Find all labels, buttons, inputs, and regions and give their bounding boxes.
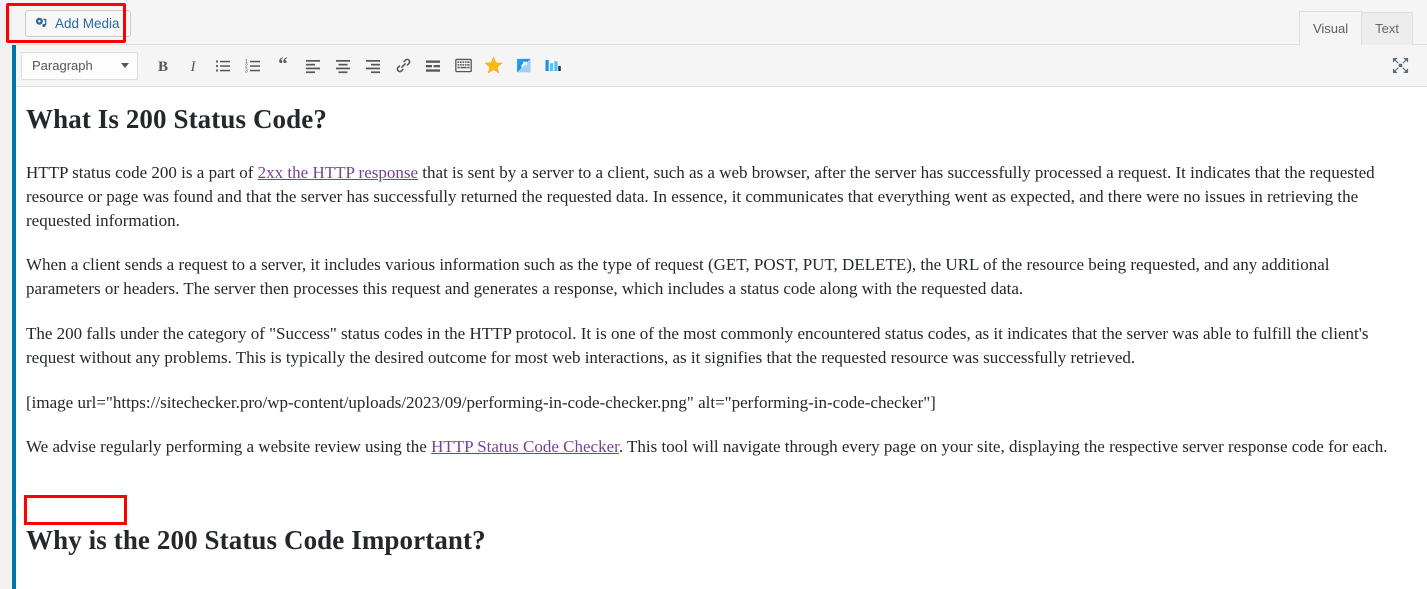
toolbar-toggle-button[interactable]	[448, 51, 478, 81]
tab-text-label: Text	[1375, 21, 1399, 36]
format-select-value: Paragraph	[32, 58, 93, 73]
tab-visual-label: Visual	[1312, 20, 1349, 36]
insert-media-blue-button[interactable]	[508, 51, 538, 81]
bold-button[interactable]: B	[148, 51, 178, 81]
read-more-button[interactable]	[418, 51, 448, 81]
insert-chart-button[interactable]	[538, 51, 568, 81]
editor-toolbar: Paragraph B I 1 2 3 “	[16, 45, 1427, 87]
paragraph-3: The 200 falls under the category of "Suc…	[26, 323, 1369, 367]
editor-topbar: Add Media Visual Text	[12, 0, 1427, 45]
paragraph-5-text-after: . This tool will navigate through every …	[618, 437, 1388, 457]
tab-visual[interactable]: Visual	[1298, 11, 1363, 45]
svg-text:“: “	[278, 57, 288, 75]
editor-left-rail	[12, 45, 16, 589]
insert-link-button[interactable]	[388, 51, 418, 81]
post-body[interactable]: What Is 200 Status Code? HTTP status cod…	[26, 87, 1416, 556]
empty-paragraph[interactable]	[26, 480, 1401, 504]
editor-content-area[interactable]: What Is 200 Status Code? HTTP status cod…	[12, 87, 1427, 589]
italic-button[interactable]: I	[178, 51, 208, 81]
link-2xx-http-response[interactable]: 2xx the HTTP response	[258, 163, 418, 182]
align-right-button[interactable]	[358, 51, 388, 81]
numbered-list-button[interactable]: 1 2 3	[238, 51, 268, 81]
add-media-icon	[34, 16, 49, 31]
star-rating-button[interactable]	[478, 51, 508, 81]
paragraph-1: HTTP status code 200 is a part of 2xx th…	[26, 161, 1401, 232]
tab-text[interactable]: Text	[1361, 12, 1413, 45]
blockquote-button[interactable]: “	[268, 51, 298, 81]
paragraph-2: When a client sends a request to a serve…	[26, 255, 1330, 299]
svg-text:I: I	[190, 59, 197, 75]
bulleted-list-button[interactable]	[208, 51, 238, 81]
fullscreen-toggle-button[interactable]	[1385, 51, 1415, 81]
editor-mode-tabs: Visual Text	[1298, 11, 1413, 45]
paragraph-5: We advise regularly performing a website…	[26, 435, 1401, 459]
paragraph-1-text-before: HTTP status code 200 is a part of	[26, 163, 258, 182]
svg-text:B: B	[158, 59, 168, 75]
link-http-status-code-checker[interactable]: HTTP Status Code Checker	[431, 437, 619, 456]
paragraph-5-text-before: We advise regularly performing a website…	[26, 437, 432, 457]
add-media-label: Add Media	[55, 15, 120, 31]
page-heading-1: What Is 200 Status Code?	[26, 104, 327, 134]
align-center-button[interactable]	[328, 51, 358, 81]
page-heading-2: Why is the 200 Status Code Important?	[26, 525, 486, 556]
format-select[interactable]: Paragraph	[21, 51, 138, 80]
chevron-down-icon	[121, 63, 129, 68]
add-media-button[interactable]: Add Media	[25, 10, 131, 37]
svg-text:3: 3	[245, 68, 248, 74]
image-shortcode: [image url="https://sitechecker.pro/wp-c…	[26, 392, 936, 412]
align-left-button[interactable]	[298, 51, 328, 81]
wordpress-classic-editor: Add Media Visual Text Paragraph B I 1 2 …	[0, 0, 1427, 589]
